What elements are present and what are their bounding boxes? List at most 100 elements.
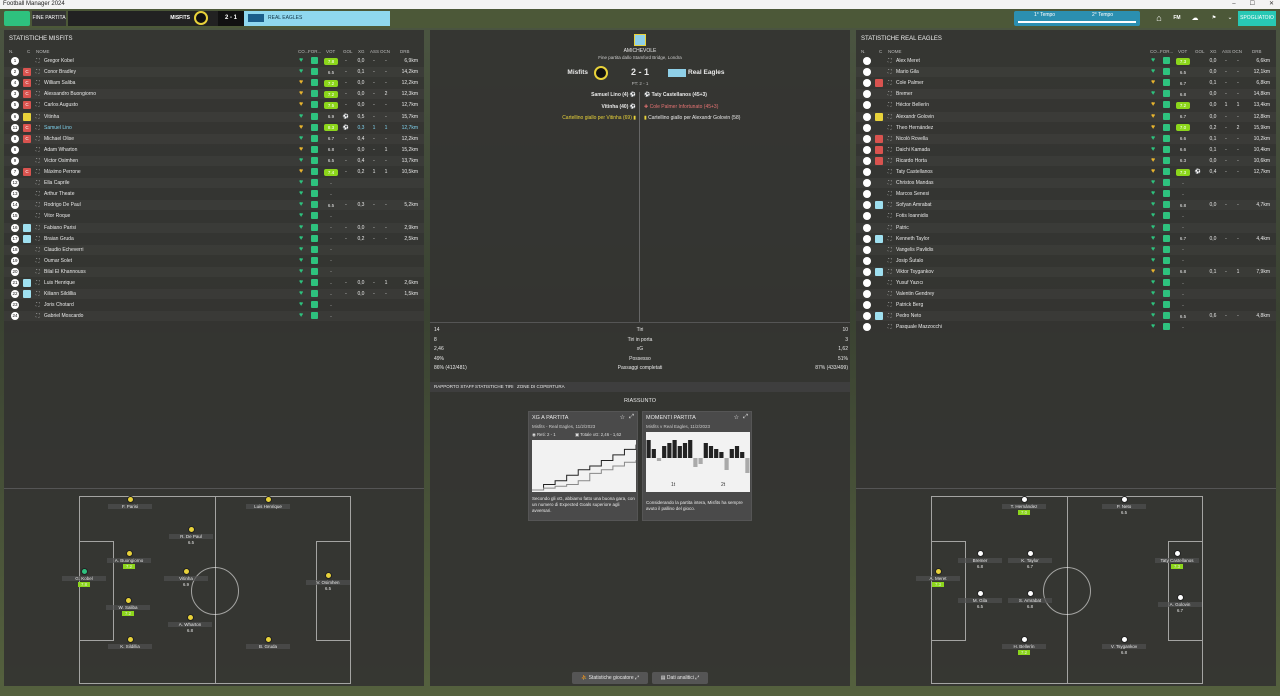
table-row[interactable]: ⛶ Ricardo Horta ♥ 6.3 0,0 - - 10,6km: [856, 156, 1276, 166]
squad-icon[interactable]: ⚑: [1206, 11, 1222, 26]
table-row[interactable]: 2 C ⛶ Conor Bradley ♥ 6.5 - 0,1 - - 14,2km: [4, 67, 424, 77]
expand-icon[interactable]: ⤢: [743, 414, 748, 421]
pitch-player[interactable]: Taty Castellanos 7.3: [1155, 550, 1199, 569]
player-name[interactable]: Luis Henrique: [44, 278, 75, 288]
col-assists[interactable]: ASS: [1222, 49, 1231, 54]
table-row[interactable]: ⛶ Sofyan Amrabat ♥ 6.8 0,0 - - 4,7km: [856, 200, 1276, 210]
player-name[interactable]: Conor Bradley: [44, 67, 76, 77]
col-rating[interactable]: VOT: [326, 49, 335, 54]
player-name[interactable]: Viktor Tsygankov: [896, 267, 934, 277]
col-cond[interactable]: CO...: [298, 49, 309, 54]
pitch-player[interactable]: G. Kobel 7.8: [62, 568, 106, 587]
pitch-player[interactable]: V. Osimhen 6.5: [306, 572, 350, 591]
table-row[interactable]: 6 ⛶ Vitinha ♥ 6.9 ⚽ 0,5 - - 15,7km: [4, 112, 424, 122]
table-row[interactable]: 12 ⛶ Ella Caprile ♥ -: [4, 178, 424, 188]
table-row[interactable]: ⛶ Vangelis Pavlidis ♥ -: [856, 245, 1276, 255]
player-name[interactable]: Samuel Lino: [44, 123, 72, 133]
player-name[interactable]: Patric: [896, 223, 909, 233]
table-row[interactable]: 24 ⛶ Gabriel Moscardo ♥ -: [4, 311, 424, 321]
analytics-button[interactable]: ▤ Dati analitici ⤢: [652, 672, 708, 684]
table-row[interactable]: ⛶ Daichi Kamada ♥ 6.6 0,1 - - 10,4km: [856, 145, 1276, 155]
col-chances[interactable]: OCN: [1232, 49, 1242, 54]
player-name[interactable]: Cole Palmer: [896, 78, 924, 88]
table-row[interactable]: 22 ⛶ Kiliann Sildillia ♥ - - 0,0 - - 1,5km: [4, 289, 424, 299]
player-name[interactable]: Alex Meret: [896, 56, 920, 66]
player-name[interactable]: Bilal El Khannouss: [44, 267, 86, 277]
pitch-player[interactable]: A. Wharton 6.8: [168, 614, 212, 633]
pitch-player[interactable]: A. Meret 7.3: [916, 568, 960, 587]
pitch-player[interactable]: K. Sildillia: [108, 636, 152, 649]
table-row[interactable]: 18 ⛶ Claudio Echeverri ♥ -: [4, 245, 424, 255]
player-name[interactable]: Alessandro Buongiorno: [44, 89, 96, 99]
table-row[interactable]: 11 C ⛶ Samuel Lino ♥ 8.3 ⚽ 0,3 1 1 12,7km: [4, 123, 424, 133]
pitch-player[interactable]: V. Tsygankov 6.8: [1102, 636, 1146, 655]
table-row[interactable]: ⛶ Cole Palmer ♥ 6.7 0,1 - - 6,8km: [856, 78, 1276, 88]
xg-card[interactable]: XG A PARTITA ☆ ⤢ Misfits - Real Eagles, …: [528, 411, 638, 521]
table-row[interactable]: ⛶ Christos Mandas ♥ -: [856, 178, 1276, 188]
player-name[interactable]: Rodrigo De Paul: [44, 200, 81, 210]
tab-staff-report[interactable]: RAPPORTO STAFF: [434, 382, 474, 392]
col-assists[interactable]: ASS: [370, 49, 379, 54]
table-row[interactable]: 4 C ⛶ William Saliba ♥ 7.2-0,0- -12,2km: [4, 78, 424, 88]
table-row[interactable]: ⛶ Patric ♥ -: [856, 223, 1276, 233]
col-name[interactable]: NOME: [888, 49, 902, 54]
table-row[interactable]: 1 ⛶ Gregor Kobel ♥ 7.8 - 0,0 - - 6,9km: [4, 56, 424, 66]
player-name[interactable]: Josip Šutalo: [896, 256, 923, 266]
player-name[interactable]: Ricardo Horta: [896, 156, 927, 166]
player-name[interactable]: Fabiano Parisi: [44, 223, 76, 233]
player-name[interactable]: Oumar Solet: [44, 256, 72, 266]
col-n[interactable]: N.: [861, 49, 866, 54]
cloud-icon[interactable]: ☁: [1188, 11, 1202, 26]
pitch-player[interactable]: P. Neto 6.5: [1102, 496, 1146, 515]
col-n[interactable]: N.: [9, 49, 14, 54]
pitch-player[interactable]: T. Hernández 7.0: [1002, 496, 1046, 515]
player-name[interactable]: Kiliann Sildillia: [44, 289, 76, 299]
match-timeline[interactable]: 1° Tempo 2° Tempo: [1014, 11, 1140, 26]
minimize-icon[interactable]: ‒: [1232, 0, 1235, 9]
table-row[interactable]: 9 ⛶ Victor Osimhen ♥ 6.5 - 0,4 - - 13,7km: [4, 156, 424, 166]
player-name[interactable]: Pasquale Mazzocchi: [896, 322, 942, 332]
player-name[interactable]: Claudio Echeverri: [44, 245, 83, 255]
player-name[interactable]: Sofyan Amrabat: [896, 200, 932, 210]
col-chances[interactable]: OCN: [380, 49, 390, 54]
player-name[interactable]: Yusuf Yazıcı: [896, 278, 923, 288]
player-name[interactable]: Máximo Perrone: [44, 167, 81, 177]
player-name[interactable]: Valentin Gendrey: [896, 289, 934, 299]
table-row[interactable]: 21 ⛶ Luis Henrique ♥ - - 0,0 - 1 2,6km: [4, 278, 424, 288]
table-row[interactable]: 17 ⛶ Braian Gruda ♥ - - 0,2 - - 2,5km: [4, 234, 424, 244]
table-row[interactable]: ⛶ Marcos Senesi ♥ -: [856, 189, 1276, 199]
table-row[interactable]: 19 ⛶ Oumar Solet ♥ -: [4, 256, 424, 266]
player-name[interactable]: Victor Osimhen: [44, 156, 78, 166]
pitch-player[interactable]: F. Parisi: [108, 496, 152, 509]
table-row[interactable]: ⛶ Josip Šutalo ♥ -: [856, 256, 1276, 266]
table-row[interactable]: ⛶ Nicolò Rovella ♥ 6.6 0,1 - - 10,2km: [856, 134, 1276, 144]
table-row[interactable]: 5 C ⛶ Carlos Augusto ♥ 7.5-0,0- -12,7km: [4, 100, 424, 110]
pitch-player[interactable]: W. Saliba 7.2: [106, 597, 150, 616]
table-row[interactable]: ⛶ Pedro Neto ♥ 6.5 0,6 - - 4,8km: [856, 311, 1276, 321]
player-name[interactable]: Ella Caprile: [44, 178, 70, 188]
pitch-player[interactable]: R. De Paul 6.5: [169, 526, 213, 545]
player-name[interactable]: Nicolò Rovella: [896, 134, 928, 144]
table-row[interactable]: ⛶ Mario Gila ♥ 6.5 0,0 - - 12,1km: [856, 67, 1276, 77]
player-name[interactable]: Mario Gila: [896, 67, 919, 77]
player-name[interactable]: Gabriel Moscardo: [44, 311, 83, 321]
player-name[interactable]: Christos Mandas: [896, 178, 934, 188]
expand-icon[interactable]: ⤢: [629, 414, 634, 421]
pitch-player[interactable]: H. Bellerín 7.2: [1002, 636, 1046, 655]
col-distance[interactable]: DRB: [400, 49, 410, 54]
pitch-player[interactable]: Vitinha 6.9: [164, 568, 208, 587]
table-row[interactable]: ⛶ Valentin Gendrey ♥ -: [856, 289, 1276, 299]
player-name[interactable]: Taty Castellanos: [896, 167, 933, 177]
player-name[interactable]: Arthur Theate: [44, 189, 74, 199]
table-row[interactable]: ⛶ Pasquale Mazzocchi ♥ -: [856, 322, 1276, 332]
player-name[interactable]: Héctor Bellerín: [896, 100, 929, 110]
star-icon[interactable]: ☆: [620, 414, 625, 421]
table-row[interactable]: ⛶ Taty Castellanos ♥ 7.3 ⚽ 0,4 - - 12,7km: [856, 167, 1276, 177]
table-row[interactable]: ⛶ Fotis Ioannidis ♥ -: [856, 211, 1276, 221]
close-icon[interactable]: ✕: [1269, 0, 1274, 9]
table-row[interactable]: 13 ⛶ Arthur Theate ♥ -: [4, 189, 424, 199]
col-form[interactable]: FOR...: [1160, 49, 1173, 54]
pitch-player[interactable]: Luis Henrique: [246, 496, 290, 509]
player-name[interactable]: Carlos Augusto: [44, 100, 78, 110]
pitch-player[interactable]: B. Gruda: [246, 636, 290, 649]
